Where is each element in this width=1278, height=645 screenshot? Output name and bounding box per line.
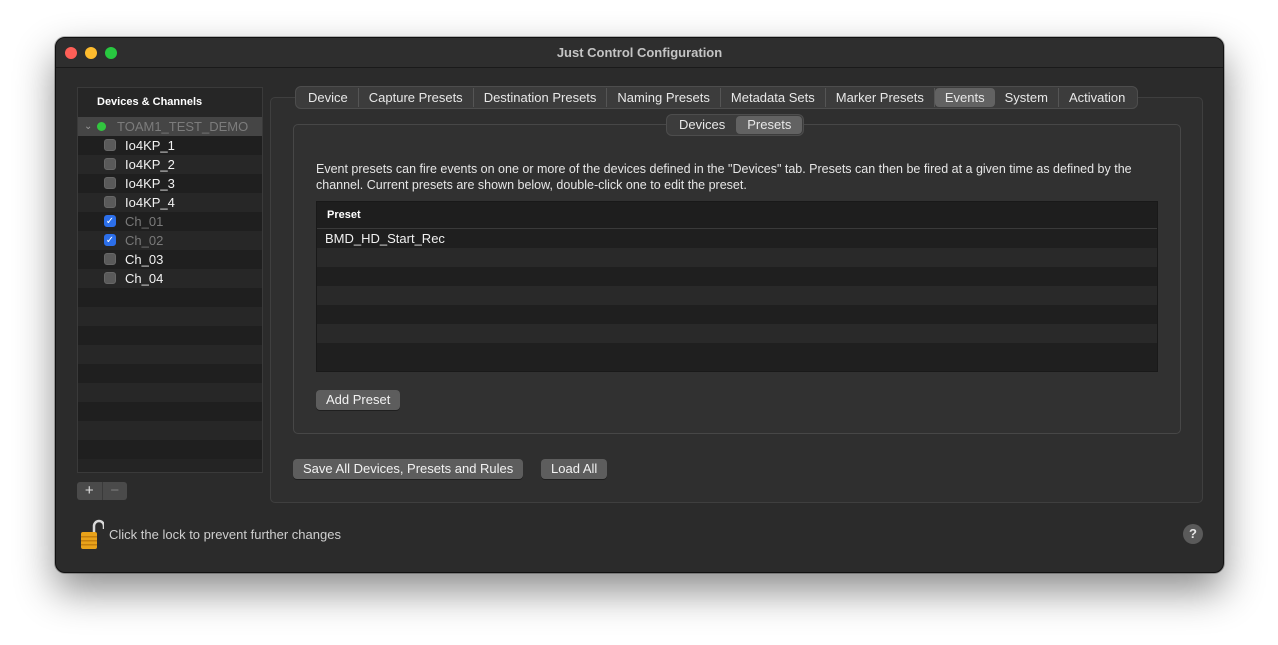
checkbox[interactable] [104,139,116,151]
events-subtab-bar: Devices Presets [666,114,805,136]
devices-channels-sidebar: Devices & Channels ⌄ TOAM1_TEST_DEMO Io4… [77,87,263,473]
tab-system[interactable]: System [995,88,1059,107]
save-all-button[interactable]: Save All Devices, Presets and Rules [293,459,524,479]
tab-events[interactable]: Events [934,88,995,107]
lock-status-text: Click the lock to prevent further change… [109,527,341,542]
preset-row[interactable]: BMD_HD_Start_Rec [317,229,1157,248]
empty-row [78,383,262,402]
empty-row [78,402,262,421]
preset-table[interactable]: Preset BMD_HD_Start_Rec [316,201,1158,372]
load-all-button[interactable]: Load All [541,459,608,479]
unlocked-lock-icon[interactable] [80,518,104,552]
checkbox[interactable]: ✓ [104,215,116,227]
add-device-button[interactable]: + [77,482,102,500]
sidebar-item-label: Io4KP_4 [125,195,175,210]
sidebar-root-device[interactable]: ⌄ TOAM1_TEST_DEMO [78,117,262,136]
chevron-down-icon[interactable]: ⌄ [84,117,92,136]
help-button[interactable]: ? [1183,524,1203,544]
sidebar-item-label: Io4KP_3 [125,176,175,191]
checkbox[interactable] [104,196,116,208]
empty-row [78,326,262,345]
add-remove-control: + − [77,482,127,500]
tab-capture-presets[interactable]: Capture Presets [359,88,474,107]
tab-naming-presets[interactable]: Naming Presets [607,88,721,107]
sidebar-item-ch-04[interactable]: Ch_04 [78,269,262,288]
sidebar-item-label: Ch_03 [125,252,164,267]
empty-table-row [317,286,1157,305]
checkbox[interactable] [104,272,116,284]
empty-row [78,364,262,383]
sidebar-item-io4kp-3[interactable]: Io4KP_3 [78,174,262,193]
sidebar-item-io4kp-4[interactable]: Io4KP_4 [78,193,262,212]
empty-table-row [317,248,1157,267]
sidebar-item-ch-03[interactable]: Ch_03 [78,250,262,269]
checkbox[interactable] [104,177,116,189]
empty-row [78,421,262,440]
empty-row [78,307,262,326]
tab-destination-presets[interactable]: Destination Presets [474,88,608,107]
sidebar-item-label: Ch_02 [125,233,164,248]
sidebar-empty-rows [78,288,262,459]
tab-device[interactable]: Device [298,88,359,107]
checkbox[interactable]: ✓ [104,234,116,246]
sidebar-item-ch-02[interactable]: ✓ Ch_02 [78,231,262,250]
empty-table-row [317,267,1157,286]
app-window: Just Control Configuration Devices & Cha… [55,37,1224,573]
empty-table-row [317,305,1157,324]
root-device-label: TOAM1_TEST_DEMO [117,119,249,134]
subtab-presets[interactable]: Presets [736,116,803,134]
sidebar-item-label: Ch_01 [125,214,164,229]
presets-description: Event presets can fire events on one or … [316,162,1132,192]
empty-row [78,345,262,364]
window-title: Just Control Configuration [556,45,723,60]
preset-table-body: BMD_HD_Start_Rec [317,229,1157,362]
status-dot-icon [97,122,106,131]
tab-marker-presets[interactable]: Marker Presets [826,88,935,107]
checkbox[interactable] [104,253,116,265]
sidebar-item-io4kp-2[interactable]: Io4KP_2 [78,155,262,174]
empty-table-row [317,324,1157,343]
empty-row [78,288,262,307]
remove-device-button[interactable]: − [101,482,128,500]
empty-row [78,440,262,459]
sidebar-item-label: Io4KP_2 [125,157,175,172]
tab-metadata-sets[interactable]: Metadata Sets [721,88,826,107]
tab-activation[interactable]: Activation [1059,88,1135,107]
preset-column-header[interactable]: Preset [317,202,1157,229]
sidebar-item-io4kp-1[interactable]: Io4KP_1 [78,136,262,155]
subtab-devices[interactable]: Devices [668,116,736,134]
sidebar-item-ch-01[interactable]: ✓ Ch_01 [78,212,262,231]
main-tab-bar: Device Capture Presets Destination Presets… [295,86,1139,109]
empty-table-row [317,343,1157,362]
add-preset-button[interactable]: Add Preset [316,390,401,410]
title-bar: Just Control Configuration [56,38,1223,68]
checkbox[interactable] [104,158,116,170]
sidebar-header: Devices & Channels [78,88,262,117]
sidebar-item-list: Io4KP_1 Io4KP_2 Io4KP_3 Io4KP_4 ✓ Ch_01 ✓ Ch_02… [78,136,262,288]
sidebar-item-label: Io4KP_1 [125,138,175,153]
sidebar-item-label: Ch_04 [125,271,164,286]
